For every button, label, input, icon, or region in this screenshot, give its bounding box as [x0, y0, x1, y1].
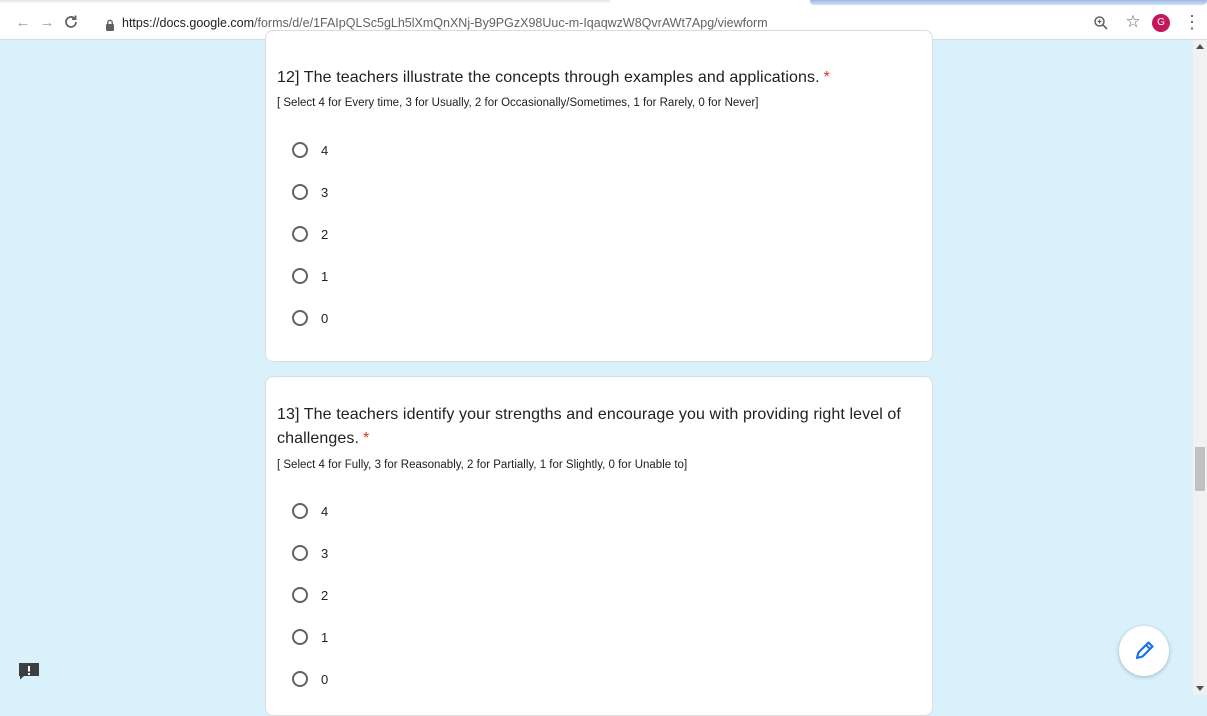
scroll-thumb[interactable]	[1195, 447, 1205, 491]
option-label: 0	[321, 671, 329, 687]
question-title-text: 12] The teachers illustrate the concepts…	[277, 69, 820, 86]
radio-button-icon[interactable]	[292, 268, 308, 284]
url-host: https://docs.google.com	[122, 16, 255, 30]
question-card-12: 12] The teachers illustrate the concepts…	[265, 30, 933, 362]
pencil-icon	[1135, 641, 1154, 660]
radio-option-4[interactable]: 4	[292, 499, 328, 523]
scroll-up-arrow-icon[interactable]	[1196, 44, 1204, 49]
option-label: 2	[321, 587, 329, 603]
arrow-right-icon[interactable]: →	[38, 14, 56, 32]
option-label: 3	[321, 545, 329, 561]
option-label: 1	[321, 629, 329, 645]
option-label: 1	[321, 268, 329, 284]
scroll-down-arrow-icon[interactable]	[1196, 686, 1204, 691]
radio-button-icon[interactable]	[292, 671, 308, 687]
option-label: 4	[321, 142, 329, 158]
required-marker: *	[363, 430, 370, 447]
radio-button-icon[interactable]	[292, 184, 308, 200]
radio-option-3[interactable]: 3	[292, 180, 328, 204]
tab-strip-edge	[0, 0, 1207, 6]
radio-option-3[interactable]: 3	[292, 541, 328, 565]
address-bar[interactable]: https://docs.google.com/forms/d/e/1FAIpQ…	[122, 16, 768, 30]
star-icon[interactable]: ☆	[1123, 12, 1143, 32]
radio-option-4[interactable]: 4	[292, 138, 328, 162]
required-marker: *	[823, 69, 830, 86]
zoom-icon[interactable]	[1093, 15, 1109, 31]
radio-option-1[interactable]: 1	[292, 625, 328, 649]
radio-option-1[interactable]: 1	[292, 264, 328, 288]
url-path: /forms/d/e/1FAIpQLSc5gLh5lXmQnXNj-By9PGz…	[254, 16, 768, 30]
edit-response-button[interactable]	[1119, 626, 1169, 676]
radio-option-2[interactable]: 2	[292, 583, 328, 607]
kebab-menu-icon[interactable]: ⋮	[1183, 12, 1201, 32]
question-title-text: 13] The teachers identify your strengths…	[277, 406, 901, 447]
radio-button-icon[interactable]	[292, 545, 308, 561]
avatar[interactable]: G	[1152, 14, 1170, 32]
radio-button-icon[interactable]	[292, 226, 308, 242]
option-label: 0	[321, 310, 329, 326]
option-label: 2	[321, 226, 329, 242]
radio-option-0[interactable]: 0	[292, 306, 328, 330]
radio-option-0[interactable]: 0	[292, 667, 328, 691]
reload-icon[interactable]	[62, 14, 80, 32]
question-title: 13] The teachers identify your strengths…	[277, 403, 907, 451]
page-scrollbar[interactable]	[1193, 40, 1207, 695]
radio-button-icon[interactable]	[292, 310, 308, 326]
option-label: 3	[321, 184, 329, 200]
radio-button-icon[interactable]	[292, 503, 308, 519]
question-hint: [ Select 4 for Fully, 3 for Reasonably, …	[277, 459, 688, 471]
radio-button-icon[interactable]	[292, 629, 308, 645]
radio-option-2[interactable]: 2	[292, 222, 328, 246]
option-label: 4	[321, 503, 329, 519]
radio-button-icon[interactable]	[292, 587, 308, 603]
arrow-left-icon[interactable]: ←	[14, 14, 32, 32]
question-title: 12] The teachers illustrate the concepts…	[277, 66, 907, 90]
radio-button-icon[interactable]	[292, 142, 308, 158]
active-tab-edge[interactable]	[810, 0, 1207, 5]
question-hint: [ Select 4 for Every time, 3 for Usually…	[277, 97, 759, 109]
reload-icon-svg	[65, 15, 77, 28]
question-card-13: 13] The teachers identify your strengths…	[265, 376, 933, 716]
report-feedback-icon[interactable]	[18, 662, 40, 680]
tab-strip-shadow	[0, 0, 610, 4]
lock-icon[interactable]	[105, 19, 115, 31]
